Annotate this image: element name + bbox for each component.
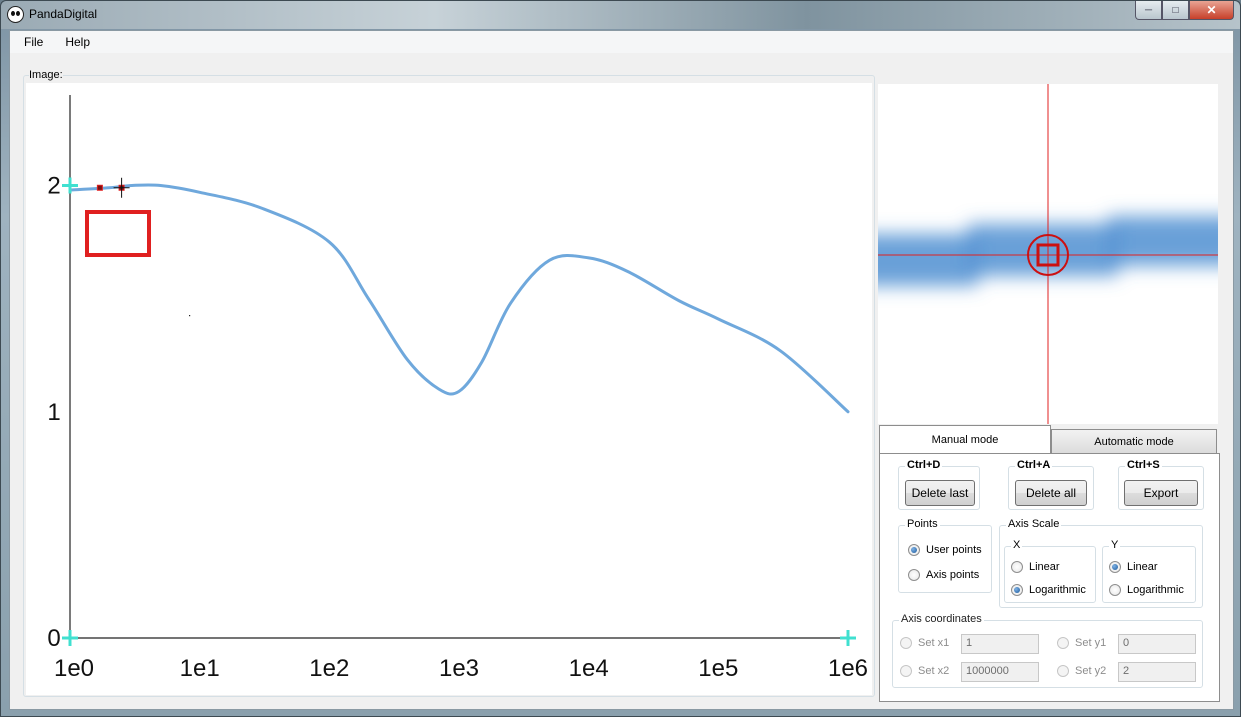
y-tick-label: 2 [47,173,60,200]
chart-svg[interactable]: 1e0 1e1 1e2 1e3 1e4 1e5 1e6 0 1 2 [26,83,872,695]
client-area: File Help Image: 1e0 1e1 1e2 1e3 1e4 1e5 1e6 0 1… [9,30,1234,710]
x-tick-label: 1e2 [309,655,349,682]
maximize-button[interactable]: □ [1162,1,1189,20]
set-y1-label: Set y1 [1075,637,1107,649]
set-y1-option[interactable]: Set y1 [1057,637,1106,649]
y-linear-option[interactable]: Linear [1109,561,1158,573]
x-scale-title: X [1011,539,1023,551]
x-scale-group: X Linear Logarithmic [1004,539,1096,603]
delete-last-shortcut: Ctrl+D [905,459,943,471]
x-linear-option[interactable]: Linear [1011,561,1060,573]
image-group-label: Image: [29,69,63,81]
x-log-option[interactable]: Logarithmic [1011,584,1086,596]
axis-points-label: Axis points [926,569,980,581]
points-group: Points User points Axis points [898,518,992,593]
window-controls: ─ □ ✕ [1135,1,1234,21]
y-linear-radio[interactable] [1109,561,1121,573]
points-title: Points [905,518,940,530]
export-shortcut: Ctrl+S [1125,459,1162,471]
x-tick-label: 1e6 [828,655,868,682]
app-window: PandaDigital ─ □ ✕ File Help Image: 1e0 1… [0,0,1241,717]
zoom-view [878,84,1218,424]
set-y1-radio[interactable] [1057,637,1069,649]
x-tick-label: 1e1 [180,655,220,682]
set-x1-option[interactable]: Set x1 [900,637,949,649]
x1-field[interactable]: 1 [961,634,1039,654]
export-group: Ctrl+S Export [1118,459,1204,510]
y-scale-title: Y [1109,539,1121,551]
minimize-button[interactable]: ─ [1135,1,1162,20]
window-title: PandaDigital [29,7,98,21]
stray-pixel-dot [189,315,191,317]
y-scale-group: Y Linear Logarithmic [1102,539,1196,603]
x-tick-label: 1e5 [698,655,738,682]
zoom-svg [878,84,1218,424]
delete-all-shortcut: Ctrl+A [1015,459,1053,471]
delete-all-group: Ctrl+A Delete all [1008,459,1094,510]
tab-automatic-mode[interactable]: Automatic mode [1051,429,1217,453]
y2-field[interactable]: 2 [1118,662,1196,682]
set-y2-label: Set y2 [1075,665,1107,677]
menu-file[interactable]: File [16,35,51,49]
user-points-option[interactable]: User points [908,544,982,556]
axis-scale-group: Axis Scale X Linear Logarithmic Y Linear… [999,518,1203,608]
axis-scale-title: Axis Scale [1006,518,1062,530]
delete-all-button[interactable]: Delete all [1015,480,1087,506]
y-log-option[interactable]: Logarithmic [1109,584,1184,596]
delete-last-button[interactable]: Delete last [905,480,975,506]
axis-points-option[interactable]: Axis points [908,569,979,581]
set-x1-label: Set x1 [918,637,950,649]
delete-last-group: Ctrl+D Delete last [898,459,980,510]
x-linear-label: Linear [1029,561,1060,573]
x-tick-label: 1e4 [569,655,609,682]
x-tick-label: 1e3 [439,655,479,682]
x-log-label: Logarithmic [1029,584,1086,596]
axis-coordinates-group: Axis coordinates Set x1 1 Set x2 1000000… [892,613,1203,688]
set-x2-option[interactable]: Set x2 [900,665,949,677]
axis-coordinates-title: Axis coordinates [899,613,984,625]
panda-icon [7,6,24,23]
title-bar: PandaDigital ─ □ ✕ [1,1,1240,29]
y-tick-label: 0 [47,625,60,652]
selection-highlight-box [85,210,151,257]
y-log-radio[interactable] [1109,584,1121,596]
x2-field[interactable]: 1000000 [961,662,1039,682]
axis-points-radio[interactable] [908,569,920,581]
user-points-label: User points [926,544,982,556]
y-log-label: Logarithmic [1127,584,1184,596]
minimize-icon: ─ [1144,4,1153,16]
menu-help[interactable]: Help [57,35,98,49]
close-icon: ✕ [1206,3,1217,17]
tab-manual-mode[interactable]: Manual mode [879,425,1051,453]
export-button[interactable]: Export [1124,480,1198,506]
user-points-radio[interactable] [908,544,920,556]
menu-bar: File Help [10,31,1233,53]
curve-series [68,183,850,414]
maximize-icon: □ [1172,4,1179,16]
set-y2-radio[interactable] [1057,665,1069,677]
set-x1-radio[interactable] [900,637,912,649]
x-tick-label: 1e0 [54,655,94,682]
x-log-radio[interactable] [1011,584,1023,596]
set-x2-label: Set x2 [918,665,950,677]
y1-field[interactable]: 0 [1118,634,1196,654]
close-button[interactable]: ✕ [1189,1,1234,20]
y-linear-label: Linear [1127,561,1158,573]
user-point-marker [96,184,103,191]
x-linear-radio[interactable] [1011,561,1023,573]
y-tick-label: 1 [47,399,60,426]
manual-mode-panel: Ctrl+D Delete last Ctrl+A Delete all Ctr… [879,453,1220,702]
set-x2-radio[interactable] [900,665,912,677]
set-y2-option[interactable]: Set y2 [1057,665,1106,677]
image-canvas[interactable]: 1e0 1e1 1e2 1e3 1e4 1e5 1e6 0 1 2 [26,83,872,695]
mode-tabs: Manual mode Automatic mode [879,425,1219,453]
